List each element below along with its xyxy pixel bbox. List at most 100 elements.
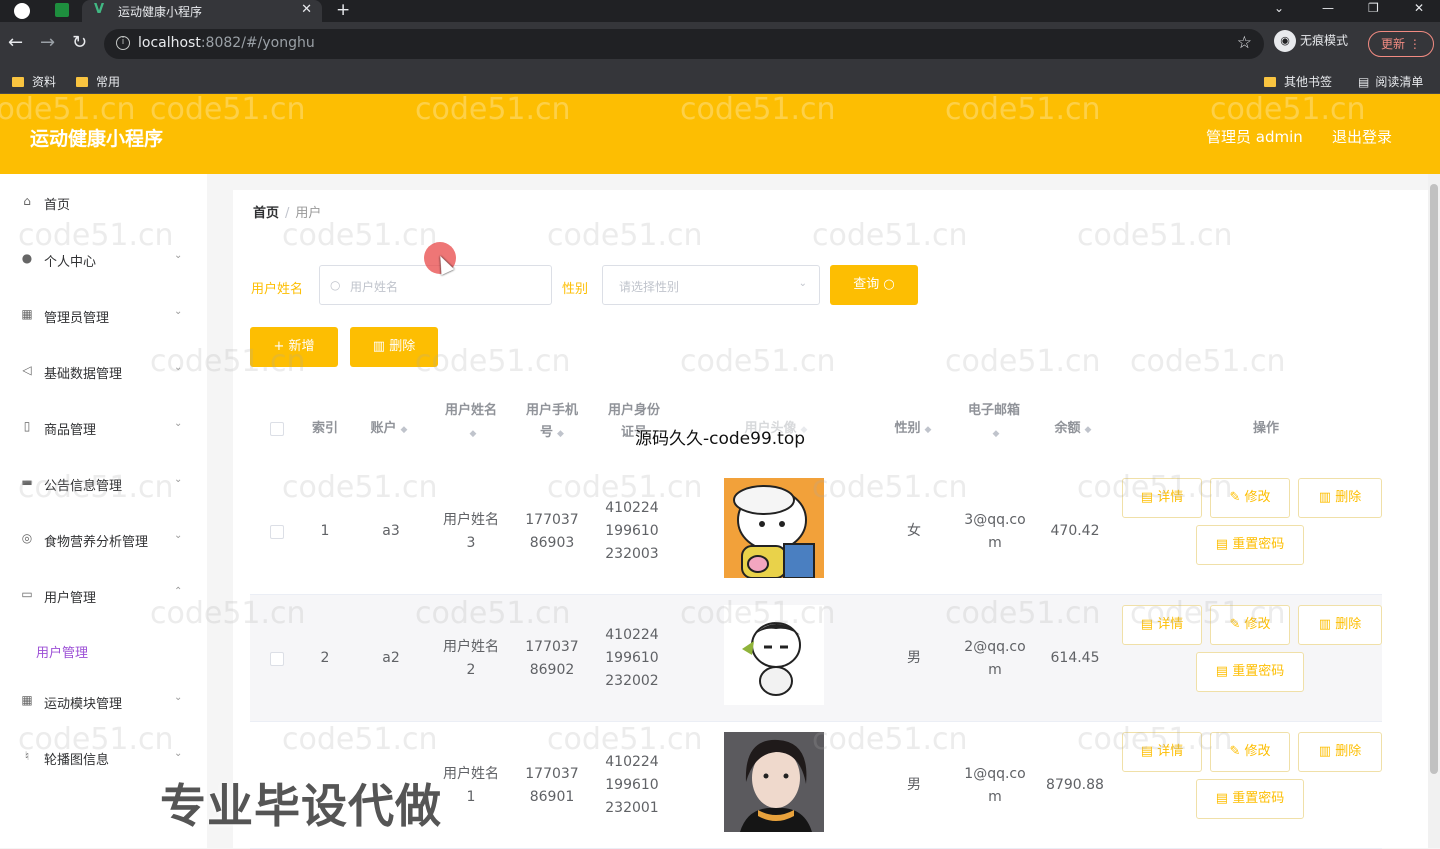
update-button[interactable]: 更新 ⋮ bbox=[1368, 31, 1434, 57]
select-all-checkbox[interactable] bbox=[270, 422, 284, 436]
edit-button[interactable]: ✎ 修改 bbox=[1210, 732, 1290, 772]
reload-icon[interactable]: ↻ bbox=[72, 32, 87, 53]
cell-idcard: 410224199610232003 bbox=[605, 500, 659, 562]
delete-button[interactable]: ▥ 删除 bbox=[1298, 478, 1382, 518]
row-checkbox[interactable] bbox=[270, 652, 284, 666]
doc-icon: ▤ bbox=[1140, 744, 1154, 759]
pencil-icon: ✎ bbox=[1229, 744, 1241, 759]
bookmark-star-icon[interactable]: ☆ bbox=[1237, 33, 1252, 53]
add-button[interactable]: + 新增 bbox=[250, 327, 338, 367]
search-icon: ○ bbox=[883, 277, 895, 292]
doc-icon: ▤ bbox=[1140, 490, 1154, 505]
sidebar-item-users[interactable]: ▭ 用户管理 ⌃ bbox=[0, 567, 207, 623]
name-input-placeholder: 用户姓名 bbox=[350, 280, 399, 294]
sidebar-item-label: 个人中心 bbox=[44, 255, 97, 270]
breadcrumb-home[interactable]: 首页 bbox=[253, 206, 279, 221]
compass-icon: ◎ bbox=[21, 531, 33, 545]
sidebar-subitem-users[interactable]: 用户管理 bbox=[0, 630, 207, 670]
sort-icon[interactable]: ◆ bbox=[557, 423, 564, 445]
folder-icon bbox=[1264, 77, 1276, 87]
sidebar-subitem-label: 用户管理 bbox=[36, 646, 89, 661]
chevron-down-icon: ⌄ bbox=[174, 748, 183, 759]
edit-button[interactable]: ✎ 修改 bbox=[1210, 478, 1290, 518]
th-email[interactable]: 电子邮箱 ◆ bbox=[963, 400, 1025, 445]
delete-button-label: 删除 bbox=[389, 339, 416, 354]
sidebar-item-goods[interactable]: ▯ 商品管理 ⌄ bbox=[0, 399, 207, 455]
detail-button[interactable]: ▤ 详情 bbox=[1122, 478, 1202, 518]
forward-icon[interactable]: → bbox=[40, 32, 55, 53]
tab-search-icon[interactable]: ⌄ bbox=[1274, 1, 1284, 15]
detail-button[interactable]: ▤ 详情 bbox=[1122, 605, 1202, 645]
folder-icon bbox=[76, 77, 88, 87]
minimize-icon[interactable]: — bbox=[1322, 1, 1334, 15]
url-bar[interactable]: i localhost:8082/#/yonghu ☆ bbox=[104, 29, 1264, 59]
bookmark-folder-resources[interactable]: 资料 bbox=[12, 73, 56, 90]
th-phone-label: 用户手机号 bbox=[525, 403, 578, 440]
sidebar-item-admin[interactable]: ▦ 管理员管理 ⌄ bbox=[0, 287, 207, 343]
restore-icon[interactable]: ❐ bbox=[1368, 1, 1379, 15]
back-icon[interactable]: ← bbox=[8, 32, 23, 53]
th-gender-label: 性别 bbox=[894, 421, 921, 436]
detail-label: 详情 bbox=[1157, 490, 1184, 505]
incognito-label: 无痕模式 bbox=[1300, 33, 1349, 48]
chevron-down-icon: ⌄ bbox=[798, 278, 807, 289]
sort-icon[interactable]: ◆ bbox=[1085, 419, 1092, 441]
sidebar-item-profile[interactable]: ● 个人中心 ⌄ bbox=[0, 231, 207, 287]
chevron-down-icon: ⌄ bbox=[174, 362, 183, 373]
th-phone[interactable]: 用户手机号 ◆ bbox=[521, 400, 583, 445]
logout-link[interactable]: 退出登录 bbox=[1332, 126, 1392, 147]
search-button[interactable]: 查询 ○ bbox=[830, 265, 918, 305]
sort-icon[interactable]: ◆ bbox=[401, 419, 408, 441]
bookmark-label: 阅读清单 bbox=[1375, 75, 1424, 89]
delete-button[interactable]: ▥ 删除 bbox=[1298, 732, 1382, 772]
sort-icon[interactable]: ◆ bbox=[993, 423, 1000, 445]
site-info-icon[interactable]: i bbox=[116, 36, 130, 50]
th-name[interactable]: 用户姓名 ◆ bbox=[441, 400, 501, 445]
browser-menu-icon[interactable] bbox=[14, 3, 30, 19]
gender-select[interactable]: 请选择性别 ⌄ bbox=[602, 265, 820, 305]
sort-icon[interactable]: ◆ bbox=[925, 419, 932, 441]
row-checkbox[interactable] bbox=[270, 525, 284, 539]
detail-button[interactable]: ▤ 详情 bbox=[1122, 732, 1202, 772]
edit-button[interactable]: ✎ 修改 bbox=[1210, 605, 1290, 645]
browser-tab-active[interactable]: V 运动健康小程序 ✕ bbox=[82, 0, 322, 22]
reset-password-button[interactable]: ▤ 重置密码 bbox=[1196, 525, 1304, 565]
cell-gender: 女 bbox=[907, 523, 921, 539]
chevron-down-icon: ⌄ bbox=[174, 418, 183, 429]
sort-icon[interactable]: ◆ bbox=[470, 423, 477, 445]
reset-password-button[interactable]: ▤ 重置密码 bbox=[1196, 779, 1304, 819]
bookmark-folder-other[interactable]: 其他书签 bbox=[1264, 73, 1332, 90]
sidebar-item-nutrition[interactable]: ◎ 食物营养分析管理 ⌄ bbox=[0, 511, 207, 567]
sidebar-item-label: 公告信息管理 bbox=[44, 479, 123, 494]
app-title: 运动健康小程序 bbox=[30, 128, 164, 150]
sidebar-item-notice[interactable]: ▬ 公告信息管理 ⌄ bbox=[0, 455, 207, 511]
sheet-favicon-icon[interactable] bbox=[55, 3, 69, 17]
main-panel: 首页 / 用户 用户姓名 ○ 用户姓名 性别 请选择性别 ⌄ 查询 ○ + 新增 ▥… bbox=[233, 190, 1428, 849]
bookmark-folder-common[interactable]: 常用 bbox=[76, 73, 120, 90]
plus-icon: + bbox=[273, 339, 285, 354]
sidebar-item-sport[interactable]: ▦ 运动模块管理 ⌄ bbox=[0, 673, 207, 729]
tab-close-icon[interactable]: ✕ bbox=[301, 2, 312, 17]
th-account[interactable]: 账户 ◆ bbox=[359, 418, 419, 441]
cell-account: a2 bbox=[382, 650, 400, 666]
close-window-icon[interactable]: ✕ bbox=[1414, 1, 1424, 15]
scrollbar-thumb[interactable] bbox=[1430, 184, 1438, 774]
incognito-indicator[interactable]: ◉ 无痕模式 bbox=[1274, 30, 1348, 56]
sidebar-item-home[interactable]: ⌂ 首页 bbox=[0, 174, 207, 230]
th-gender[interactable]: 性别 ◆ bbox=[883, 418, 943, 441]
reading-list[interactable]: ▤ 阅读清单 bbox=[1358, 73, 1423, 90]
delete-button[interactable]: ▥ 删除 bbox=[1298, 605, 1382, 645]
page-scrollbar[interactable] bbox=[1428, 174, 1440, 848]
reset-password-button[interactable]: ▤ 重置密码 bbox=[1196, 652, 1304, 692]
th-balance[interactable]: 余额 ◆ bbox=[1043, 418, 1103, 441]
address-toolbar: ← → ↻ i localhost:8082/#/yonghu ☆ ◉ 无痕模式 … bbox=[0, 22, 1440, 66]
sidebar-item-label: 首页 bbox=[44, 198, 71, 213]
grid-icon: ▦ bbox=[21, 307, 33, 321]
sidebar-item-basedata[interactable]: ◁ 基础数据管理 ⌄ bbox=[0, 343, 207, 399]
sidebar: ⌂ 首页 ● 个人中心 ⌄ ▦ 管理员管理 ⌄ ◁ 基础数据管理 ⌄ ▯ 商品管理 ⌄ ▬ 公告信息… bbox=[0, 174, 207, 848]
gender-select-placeholder: 请选择性别 bbox=[619, 280, 680, 294]
new-tab-icon[interactable]: + bbox=[336, 0, 350, 20]
batch-delete-button[interactable]: ▥ 删除 bbox=[350, 327, 438, 367]
add-button-label: 新增 bbox=[288, 339, 315, 354]
cell-gender: 男 bbox=[907, 777, 921, 793]
